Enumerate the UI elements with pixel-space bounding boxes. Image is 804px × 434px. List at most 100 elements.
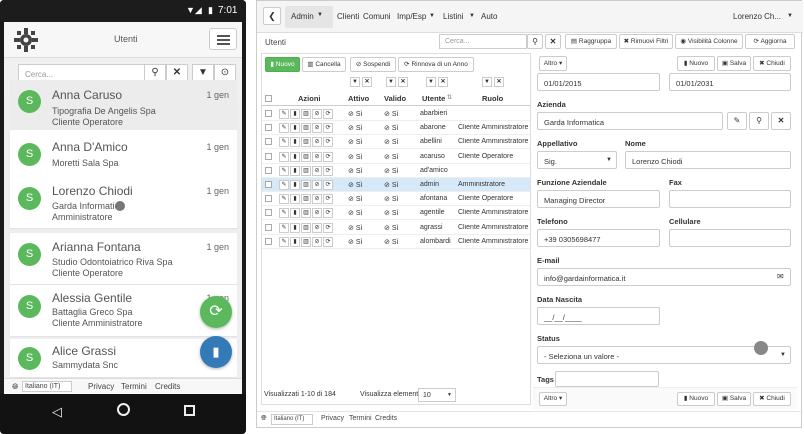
more-button[interactable]: Altro ▾ — [539, 56, 567, 71]
copy-icon[interactable]: ▮ — [290, 151, 300, 162]
more-button[interactable]: Altro ▾ — [539, 392, 567, 406]
trash-icon[interactable]: ▥ — [301, 109, 311, 119]
ban-icon[interactable]: ⊘ — [312, 137, 322, 148]
renew-icon[interactable]: ⟳ — [323, 151, 333, 162]
edit-icon[interactable]: ✎ — [279, 151, 289, 162]
table-row[interactable]: ✎ ▮ ▥ ⊘ ⟳ ⊘ Sì ⊘ Sì acaruso Cliente Operatore — [262, 150, 530, 164]
date-from-field[interactable]: 01/01/2015 — [537, 73, 660, 91]
ban-icon[interactable]: ⊘ — [312, 151, 322, 162]
col-azioni[interactable]: Azioni — [298, 94, 321, 103]
clear-filter-icon[interactable]: ✕ — [362, 77, 372, 87]
ban-icon[interactable]: ⊘ — [312, 123, 322, 134]
group-button[interactable]: ▤ Raggruppa — [565, 34, 617, 49]
new-button[interactable]: ▮ Nuovo — [265, 57, 300, 72]
edit-icon[interactable]: ✎ — [279, 123, 289, 134]
edit-icon[interactable]: ✎ — [279, 165, 289, 176]
clear-filter-icon[interactable]: ✕ — [494, 77, 504, 87]
row-checkbox[interactable] — [265, 152, 272, 160]
trash-icon[interactable]: ▥ — [301, 151, 311, 162]
copy-icon[interactable]: ▮ — [290, 194, 300, 205]
copy-icon[interactable]: ▮ — [290, 165, 300, 176]
clear-icon[interactable]: ✕ — [771, 112, 791, 130]
renew-icon[interactable]: ⟳ — [323, 109, 333, 119]
close-button[interactable]: ✖ Chiudi — [753, 392, 791, 406]
nav-auto[interactable]: Auto — [481, 12, 497, 21]
table-row[interactable]: ✎ ▮ ▥ ⊘ ⟳ ⊘ Sì ⊘ Sì admin Amministratore — [262, 178, 530, 192]
edit-icon[interactable]: ✎ — [279, 180, 289, 190]
date-to-field[interactable]: 01/01/2031 — [669, 73, 791, 91]
recents-icon[interactable] — [184, 405, 195, 416]
detail-new-button[interactable]: ▮ Nuovo — [677, 56, 715, 71]
nascita-field[interactable]: __/__/____ — [537, 307, 660, 325]
col-attivo[interactable]: Attivo — [348, 94, 369, 103]
list-item[interactable]: S Arianna Fontana 1 gen Studio Odontoiat… — [10, 233, 237, 285]
trash-icon[interactable]: ▥ — [301, 208, 311, 219]
clear-icon[interactable]: ✕ — [545, 34, 561, 49]
envelope-icon[interactable]: ✉ — [777, 272, 784, 281]
renew-icon[interactable]: ⟳ — [323, 208, 333, 219]
nav-comuni[interactable]: Comuni — [363, 12, 391, 21]
row-checkbox[interactable] — [265, 181, 272, 188]
copy-icon[interactable]: ▮ — [290, 137, 300, 148]
nav-admin-active[interactable]: Admin ▼ — [285, 6, 333, 28]
nav-clienti[interactable]: Clienti — [337, 12, 359, 21]
tags-field[interactable] — [555, 371, 659, 387]
edit-icon[interactable]: ✎ — [279, 137, 289, 148]
edit-icon[interactable]: ✎ — [279, 236, 289, 247]
trash-icon[interactable]: ▥ — [301, 222, 311, 233]
copy-icon[interactable]: ▮ — [290, 208, 300, 219]
privacy-link[interactable]: Privacy — [321, 415, 344, 422]
terms-link[interactable]: Termini — [349, 415, 372, 422]
cellulare-field[interactable] — [669, 229, 791, 247]
ban-icon[interactable]: ⊘ — [312, 109, 322, 119]
edit-icon[interactable]: ✎ — [279, 208, 289, 219]
refresh-fab-icon[interactable]: ⟳ — [200, 296, 232, 328]
row-checkbox[interactable] — [265, 124, 272, 132]
save-button[interactable]: ▣ Salva — [717, 392, 751, 406]
list-item[interactable]: S Anna D'Amico 1 gen Moretti Sala Spa — [10, 130, 237, 182]
funzione-field[interactable]: Managing Director — [537, 190, 660, 208]
table-row[interactable]: ✎ ▮ ▥ ⊘ ⟳ ⊘ Sì ⊘ Sì agentile Cliente Amministrat… — [262, 206, 530, 221]
list-item[interactable]: S Lorenzo Chiodi 1 gen Garda Informatica… — [10, 177, 237, 229]
renew-icon[interactable]: ⟳ — [323, 194, 333, 205]
back-icon[interactable]: ◁ — [52, 404, 62, 420]
search-icon[interactable]: ⚲ — [749, 112, 769, 130]
copy-icon[interactable]: ▮ — [290, 123, 300, 134]
credits-link[interactable]: Credits — [375, 415, 397, 422]
ban-icon[interactable]: ⊘ — [312, 180, 322, 190]
grid-search-input[interactable]: Cerca... — [439, 34, 527, 49]
search-icon[interactable]: ⚲ — [527, 34, 543, 49]
table-row[interactable]: ✎ ▮ ▥ ⊘ ⟳ ⊘ Sì ⊘ Sì afontana Cliente Operatore — [262, 192, 530, 207]
select-all-checkbox[interactable] — [265, 95, 272, 102]
ban-icon[interactable]: ⊘ — [312, 208, 322, 219]
table-row[interactable]: ✎ ▮ ▥ ⊘ ⟳ ⊘ Sì ⊘ Sì abarone Cliente Amministrato… — [262, 121, 530, 136]
credits-link[interactable]: Credits — [155, 382, 180, 391]
column-visibility-button[interactable]: ◉ Visibilità Colonne — [675, 34, 743, 49]
language-select[interactable]: Italiano (IT) — [271, 414, 313, 425]
renew-icon[interactable]: ⟳ — [323, 123, 333, 134]
save-button[interactable]: ▣ Salva — [717, 56, 751, 71]
trash-icon[interactable]: ▥ — [301, 180, 311, 190]
renew-icon[interactable]: ⟳ — [323, 180, 333, 190]
trash-icon[interactable]: ▥ — [301, 236, 311, 247]
copy-icon[interactable]: ▮ — [290, 180, 300, 190]
suspend-button[interactable]: ⊘ Sospendi — [350, 57, 396, 72]
azienda-field[interactable]: Garda Informatica — [537, 112, 723, 130]
refresh-button[interactable]: ⟳ Aggiorna — [745, 34, 795, 49]
table-row[interactable]: ✎ ▮ ▥ ⊘ ⟳ ⊘ Sì ⊘ Sì abellini Cliente Amministrat… — [262, 135, 530, 150]
home-icon[interactable] — [117, 403, 130, 416]
copy-icon[interactable]: ▮ — [290, 236, 300, 247]
table-row[interactable]: ✎ ▮ ▥ ⊘ ⟳ ⊘ Sì ⊘ Sì abarbieri — [262, 107, 530, 121]
appellativo-select[interactable]: Sig. ▼ — [537, 151, 617, 169]
edit-icon[interactable]: ✎ — [279, 109, 289, 119]
filter-icon[interactable]: ▼ — [350, 77, 360, 87]
close-button[interactable]: ✖ Chiudi — [753, 56, 791, 71]
trash-icon[interactable]: ▥ — [301, 137, 311, 148]
detail-new-button[interactable]: ▮ Nuovo — [677, 392, 715, 406]
edit-icon[interactable]: ✎ — [279, 194, 289, 205]
clear-filter-icon[interactable]: ✕ — [398, 77, 408, 87]
document-fab-icon[interactable]: ▮ — [200, 336, 232, 368]
trash-icon[interactable]: ▥ — [301, 123, 311, 134]
copy-icon[interactable]: ▮ — [290, 222, 300, 233]
terms-link[interactable]: Termini — [121, 382, 147, 391]
